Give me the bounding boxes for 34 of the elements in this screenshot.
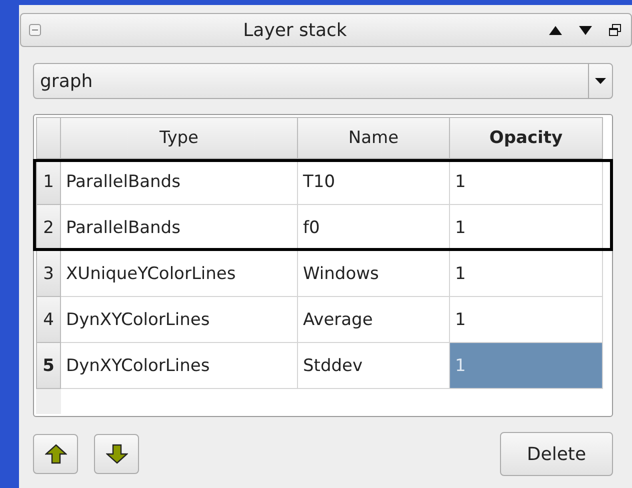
table-cell: Average: [298, 297, 450, 343]
down-arrow-icon: [106, 444, 128, 464]
graph-dropdown[interactable]: graph: [33, 63, 613, 99]
panel-title: Layer stack: [242, 20, 348, 40]
row-header[interactable]: 1: [36, 159, 61, 205]
table-cell: ParallelBands: [61, 205, 298, 251]
move-up-icon[interactable]: [549, 26, 562, 34]
table-cell: 1: [450, 159, 603, 205]
move-down-icon[interactable]: [579, 26, 592, 34]
float-icon[interactable]: [609, 24, 621, 36]
column-header[interactable]: Type: [61, 117, 298, 159]
column-header[interactable]: Name: [298, 117, 450, 159]
table-cell: ParallelBands: [61, 159, 298, 205]
column-header[interactable]: Opacity: [450, 117, 603, 159]
dropdown-arrow-icon: [595, 78, 606, 84]
row-header-filler: [36, 389, 61, 414]
row-header[interactable]: 3: [36, 251, 61, 297]
row-header[interactable]: 2: [36, 205, 61, 251]
row-header[interactable]: 4: [36, 297, 61, 343]
delete-button[interactable]: Delete: [500, 432, 613, 476]
table-cell: 1: [450, 251, 603, 297]
table-cell: XUniqueYColorLines: [61, 251, 298, 297]
move-layer-up-button[interactable]: [33, 434, 78, 474]
collapse-icon[interactable]: [29, 24, 41, 36]
table-cell: Windows: [298, 251, 450, 297]
table-cell: 1: [450, 205, 603, 251]
table-cell: 1: [450, 343, 603, 389]
table-cell: f0: [298, 205, 450, 251]
up-arrow-icon: [44, 444, 66, 464]
move-layer-down-button[interactable]: [94, 434, 139, 474]
table-cell: T10: [298, 159, 450, 205]
table-cell: DynXYColorLines: [61, 343, 298, 389]
row-header[interactable]: 5: [36, 343, 61, 389]
table-cell: DynXYColorLines: [61, 297, 298, 343]
